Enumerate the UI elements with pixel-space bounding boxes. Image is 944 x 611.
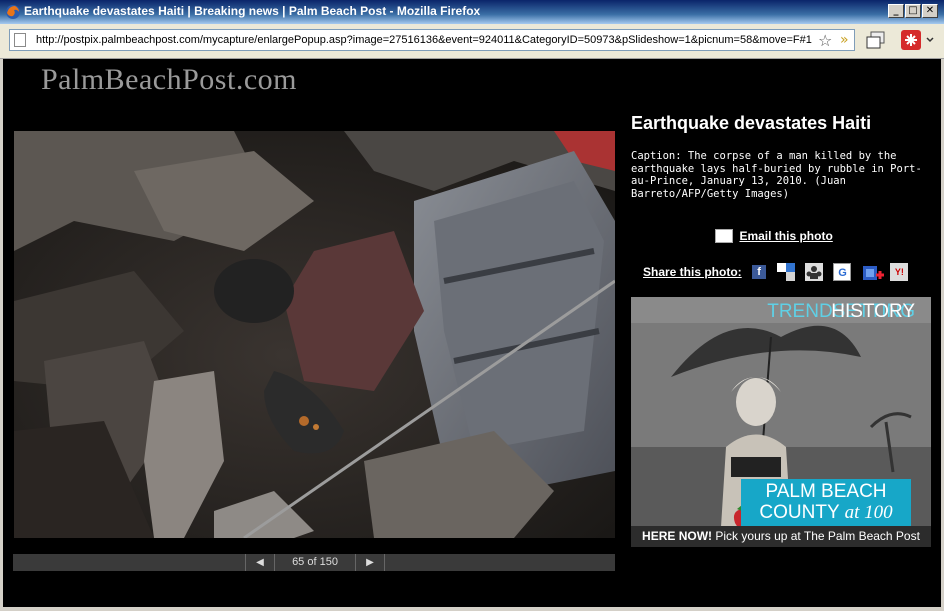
google-icon[interactable]: G [833, 263, 852, 281]
digg-icon[interactable] [805, 263, 824, 281]
next-photo-button[interactable]: ▶ [355, 554, 385, 571]
ad-footer-bold: HERE NOW! [642, 529, 713, 543]
ad-badge: PALM BEACH COUNTY at 100 [741, 479, 911, 527]
minimize-button[interactable]: _ [888, 4, 904, 18]
ad-header-text: HISTORY [831, 301, 915, 322]
window-title-bar[interactable]: Earthquake devastates Haiti | Breaking n… [0, 0, 944, 24]
site-logo[interactable]: PalmBeachPost.com [41, 63, 297, 97]
newsvine-icon[interactable] [862, 263, 884, 281]
photo-headline: Earthquake devastates Haiti [631, 113, 872, 133]
ad-badge-line2: COUNTY at 100 [741, 502, 911, 524]
yahoo-icon[interactable]: Y! [890, 263, 909, 281]
restore-window-icon[interactable] [864, 28, 890, 52]
ad-header: TRENDSETTING HISTORY [631, 297, 931, 323]
photo-counter: 65 of 150 [292, 556, 338, 568]
ad-badge-years: at 100 [844, 502, 893, 523]
ad-badge-county: COUNTY [759, 502, 840, 523]
envelope-icon [715, 229, 733, 243]
email-photo-row: Email this photo [715, 227, 833, 245]
page-content: PalmBeachPost.com ◀ 65 of 150 ▶ Earthqua… [3, 59, 941, 607]
main-photo[interactable] [14, 131, 615, 538]
url-text[interactable]: http://postpix.palmbeachpost.com/mycaptu… [36, 34, 816, 46]
close-button[interactable]: ✕ [922, 4, 938, 18]
window-title: Earthquake devastates Haiti | Breaking n… [24, 4, 481, 18]
bookmark-star-icon[interactable]: ☆ [818, 31, 832, 50]
page-icon [14, 33, 26, 47]
photo-details-sidebar: Earthquake devastates Haiti Caption: The… [631, 113, 931, 547]
go-arrow-icon[interactable]: » [840, 32, 849, 48]
share-photo-row: Share this photo: f G Y! [643, 263, 909, 281]
slideshow-controls: ◀ 65 of 150 ▶ [13, 554, 615, 571]
address-bar[interactable]: http://postpix.palmbeachpost.com/mycaptu… [9, 29, 855, 51]
share-label: Share this photo: [643, 265, 742, 279]
email-photo-link[interactable]: Email this photo [739, 229, 832, 243]
ad-footer: HERE NOW! Pick yours up at The Palm Beac… [631, 526, 931, 547]
delicious-icon[interactable] [776, 263, 795, 281]
advertisement-banner[interactable]: TRENDSETTING HISTORY PALM BEACH COUNTY at… [631, 297, 931, 547]
photo-caption: Caption: The corpse of a man killed by t… [631, 150, 922, 200]
facebook-icon[interactable]: f [752, 265, 767, 279]
ad-badge-line1: PALM BEACH [765, 481, 887, 502]
navigation-toolbar: http://postpix.palmbeachpost.com/mycaptu… [0, 24, 944, 59]
firefox-icon [6, 5, 20, 19]
maximize-button[interactable]: □ [905, 4, 921, 18]
addon-icon[interactable] [898, 28, 934, 52]
previous-photo-button[interactable]: ◀ [245, 554, 275, 571]
ad-footer-text: Pick yours up at The Palm Beach Post [715, 529, 920, 543]
